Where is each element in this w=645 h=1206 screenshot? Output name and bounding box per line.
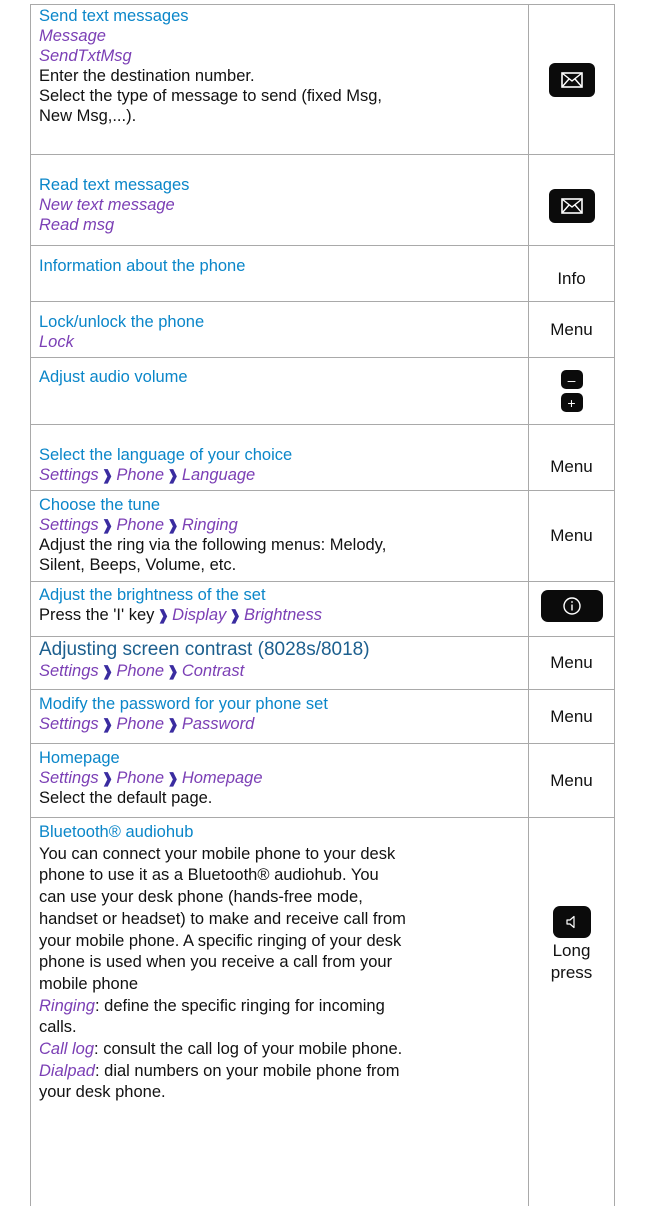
feature-table: Send text messages Message SendTxtMsg En… bbox=[30, 4, 615, 1206]
row-title: Information about the phone bbox=[39, 257, 246, 275]
row-title: Homepage bbox=[39, 749, 120, 767]
row-title: Adjust audio volume bbox=[39, 368, 188, 386]
description: can use your desk phone (hands-free mode… bbox=[39, 888, 363, 907]
menu-key-label: Menu bbox=[550, 770, 593, 790]
row-bluetooth: Bluetooth® audiohub You can connect your… bbox=[31, 817, 614, 1206]
separator-icon: ❱ bbox=[167, 716, 179, 732]
menu-path: SendTxtMsg bbox=[39, 47, 132, 65]
menu-key-label: Menu bbox=[550, 526, 593, 545]
row-title: Select the language of your choice bbox=[39, 446, 293, 464]
menu-path: Press the 'I' key ❱ Display ❱ Brightness bbox=[39, 606, 322, 624]
description: your mobile phone. A specific ringing of… bbox=[39, 931, 402, 950]
description: Silent, Beeps, Volume, etc. bbox=[39, 556, 237, 574]
long-press-label: press bbox=[550, 963, 593, 982]
separator-icon: ❱ bbox=[229, 607, 242, 623]
row-title: Bluetooth® audiohub bbox=[39, 823, 194, 841]
envelope-key-icon bbox=[548, 62, 595, 97]
description: New Msg,...). bbox=[39, 107, 137, 125]
row-title: Modify the password for your phone set bbox=[39, 695, 328, 713]
menu-key-label: Menu bbox=[550, 456, 593, 476]
row-information: Information about the phone Info bbox=[31, 245, 614, 301]
separator-icon: ❱ bbox=[167, 467, 179, 483]
description: your desk phone. bbox=[39, 1083, 166, 1102]
menu-path: Settings ❱ Phone ❱ Language bbox=[39, 466, 256, 484]
call-log-description: Call log: consult the call log of your m… bbox=[39, 1040, 403, 1059]
menu-path: Settings ❱ Phone ❱ Homepage bbox=[39, 769, 263, 787]
row-send-text: Send text messages Message SendTxtMsg En… bbox=[31, 4, 614, 154]
description: Enter the destination number. bbox=[39, 67, 255, 85]
description: Select the default page. bbox=[39, 789, 213, 807]
ringing-description: Ringing: define the specific ringing for… bbox=[39, 996, 385, 1015]
menu-path: Lock bbox=[39, 333, 74, 351]
row-lock: Lock/unlock the phone Lock Menu bbox=[31, 301, 614, 357]
separator-icon: ❱ bbox=[167, 517, 179, 533]
row-title: Adjust the brightness of the set bbox=[39, 586, 266, 604]
row-contrast: Adjusting screen contrast (8028s/8018) S… bbox=[31, 636, 614, 689]
description: mobile phone bbox=[39, 974, 139, 993]
row-title: Choose the tune bbox=[39, 496, 161, 514]
long-press-label: Long bbox=[552, 941, 591, 960]
info-key-label: Info bbox=[557, 268, 586, 288]
row-password: Modify the password for your phone set S… bbox=[31, 689, 614, 743]
description: calls. bbox=[39, 1018, 77, 1037]
menu-path: Message bbox=[39, 27, 106, 45]
description: Adjust the ring via the following menus:… bbox=[39, 536, 387, 554]
row-brightness: Adjust the brightness of the set Press t… bbox=[31, 581, 614, 636]
separator-icon: ❱ bbox=[101, 716, 114, 732]
row-language: Select the language of your choice Setti… bbox=[31, 424, 614, 490]
menu-path: Settings ❱ Phone ❱ Contrast bbox=[39, 662, 245, 680]
info-key-icon bbox=[540, 590, 603, 622]
speaker-key-icon bbox=[552, 906, 591, 938]
row-title: Send text messages bbox=[39, 7, 189, 25]
description: handset or headset) to make and receive … bbox=[39, 909, 406, 928]
volume-up-key-icon: + bbox=[560, 393, 583, 412]
separator-icon: ❱ bbox=[101, 663, 114, 679]
row-homepage: Homepage Settings ❱ Phone ❱ Homepage Select … bbox=[31, 743, 614, 817]
menu-key-label: Menu bbox=[550, 319, 593, 339]
description: Select the type of message to send (fixe… bbox=[39, 87, 383, 105]
row-title: Lock/unlock the phone bbox=[39, 313, 205, 331]
envelope-key-icon bbox=[548, 189, 595, 223]
menu-path: Settings ❱ Phone ❱ Ringing bbox=[39, 516, 238, 534]
description: You can connect your mobile phone to you… bbox=[39, 844, 396, 863]
description: phone to use it as a Bluetooth® audiohub… bbox=[39, 866, 379, 885]
separator-icon: ❱ bbox=[101, 770, 114, 786]
dialpad-description: Dialpad: dial numbers on your mobile pho… bbox=[39, 1061, 400, 1080]
row-read-text: Read text messages New text message Read… bbox=[31, 154, 614, 245]
menu-key-label: Menu bbox=[550, 706, 593, 726]
volume-down-key-icon: – bbox=[560, 370, 583, 389]
row-title: Read text messages bbox=[39, 176, 190, 194]
separator-icon: ❱ bbox=[101, 467, 114, 483]
separator-icon: ❱ bbox=[101, 517, 114, 533]
menu-path: Settings ❱ Phone ❱ Password bbox=[39, 715, 255, 733]
row-tune: Choose the tune Settings ❱ Phone ❱ Ringing A… bbox=[31, 490, 614, 581]
separator-icon: ❱ bbox=[167, 770, 179, 786]
menu-path: Read msg bbox=[39, 216, 115, 234]
description: phone is used when you receive a call fr… bbox=[39, 953, 393, 972]
separator-icon: ❱ bbox=[157, 607, 170, 623]
menu-key-label: Menu bbox=[550, 653, 593, 672]
separator-icon: ❱ bbox=[167, 663, 179, 679]
row-volume: Adjust audio volume – + bbox=[31, 357, 614, 424]
menu-path: New text message bbox=[39, 196, 175, 214]
row-title: Adjusting screen contrast (8028s/8018) bbox=[39, 639, 370, 660]
